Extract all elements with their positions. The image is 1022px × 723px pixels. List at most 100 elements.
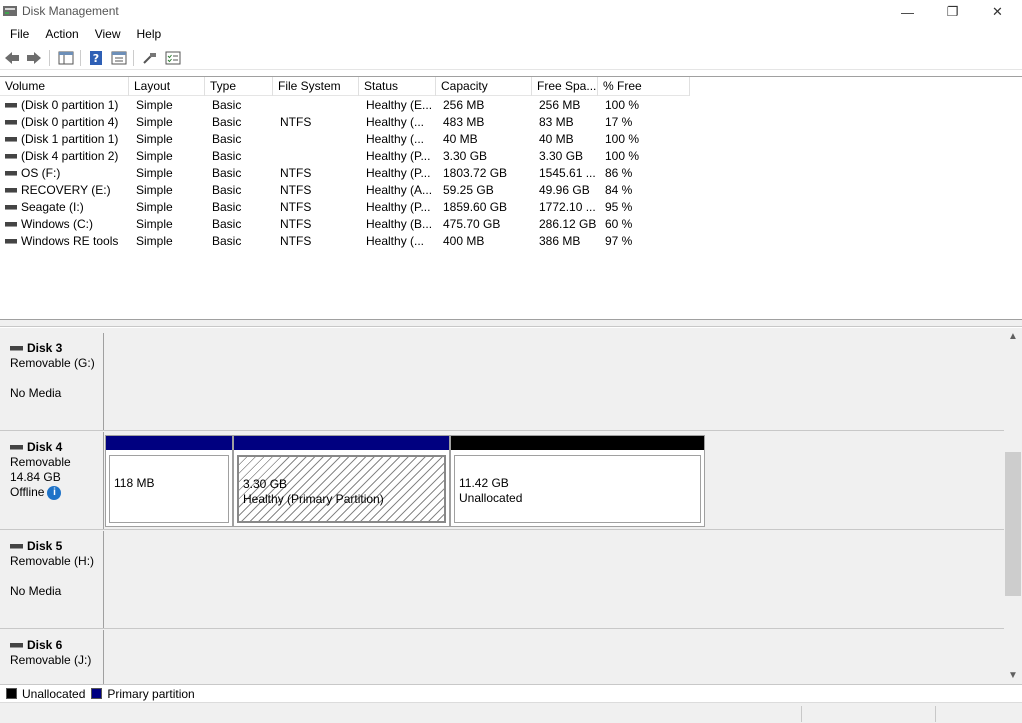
volume-free-space: 386 MB xyxy=(539,234,581,248)
connect-disk-button[interactable] xyxy=(140,49,160,67)
disk-row: Disk 5 Removable (H:) No Media xyxy=(0,531,1004,629)
show-hide-console-tree-button[interactable] xyxy=(56,49,76,67)
volume-row[interactable]: OS (F:) Simple Basic NTFS Healthy (P... … xyxy=(0,165,700,182)
volume-type: Basic xyxy=(212,115,242,129)
partition-unallocated[interactable]: 11.42 GB Unallocated xyxy=(450,435,705,527)
disk-status-line: Offline i xyxy=(10,485,103,500)
partition-bar xyxy=(106,436,232,450)
volume-row[interactable]: Seagate (I:) Simple Basic NTFS Healthy (… xyxy=(0,199,700,216)
disk-status: No Media xyxy=(10,584,62,598)
connect-disk-icon xyxy=(143,53,156,64)
disk-row: Disk 6 Removable (J:) xyxy=(0,630,1004,684)
legend-swatch-primary xyxy=(91,688,103,699)
partition-size: 11.42 GB xyxy=(459,476,509,490)
volume-percent-free: 84 % xyxy=(605,183,633,197)
minimize-button[interactable]: — xyxy=(885,0,930,24)
volume-percent-free: 100 % xyxy=(605,98,640,112)
menu-view[interactable]: View xyxy=(87,24,129,44)
menu-file[interactable]: File xyxy=(2,24,37,44)
volume-free-space: 1545.61 ... xyxy=(539,166,596,180)
volume-row[interactable]: (Disk 0 partition 1) Simple Basic Health… xyxy=(0,97,700,114)
close-button[interactable]: ✕ xyxy=(975,0,1020,24)
partition-118mb[interactable]: 118 MB xyxy=(105,435,233,527)
volume-type: Basic xyxy=(212,166,242,180)
scroll-down-arrow[interactable]: ▼ xyxy=(1004,667,1022,684)
properties-button[interactable] xyxy=(109,49,129,67)
partition-status: Unallocated xyxy=(459,491,523,505)
disk-name: Disk 6 xyxy=(27,638,63,652)
volume-file-system: NTFS xyxy=(280,115,312,129)
volume-list[interactable]: Volume Layout Type File System Status Ca… xyxy=(0,76,1022,320)
info-icon[interactable]: i xyxy=(47,485,62,500)
volume-layout: Simple xyxy=(136,98,173,112)
status-bar xyxy=(0,702,1022,723)
disk-status: No Media xyxy=(10,386,62,400)
scrollbar-thumb[interactable] xyxy=(1005,452,1021,596)
volume-name: (Disk 0 partition 4) xyxy=(21,115,119,129)
volume-free-space: 3.30 GB xyxy=(539,149,584,163)
checklist-button[interactable] xyxy=(163,49,183,67)
volume-name: Windows (C:) xyxy=(21,217,94,231)
volume-row[interactable]: RECOVERY (E:) Simple Basic NTFS Healthy … xyxy=(0,182,700,199)
column-header-status[interactable]: Status xyxy=(359,77,436,96)
volume-status: Healthy (P... xyxy=(366,200,431,214)
properties-icon xyxy=(111,51,127,65)
column-header-type[interactable]: Type xyxy=(205,77,273,96)
volume-layout: Simple xyxy=(136,183,173,197)
volume-capacity: 475.70 GB xyxy=(443,217,501,231)
volume-status: Healthy (P... xyxy=(366,166,431,180)
volume-type: Basic xyxy=(212,183,242,197)
window-title: Disk Management xyxy=(22,4,119,18)
volume-status: Healthy (P... xyxy=(366,149,431,163)
volume-capacity: 483 MB xyxy=(443,115,485,129)
menu-help[interactable]: Help xyxy=(129,24,170,44)
partition-body: 118 MB xyxy=(109,455,229,523)
volume-name: Seagate (I:) xyxy=(21,200,84,214)
toolbar-separator xyxy=(80,50,81,66)
volume-row[interactable]: (Disk 4 partition 2) Simple Basic Health… xyxy=(0,148,700,165)
disk-label[interactable]: Disk 6 Removable (J:) xyxy=(0,630,104,684)
volume-row[interactable]: Windows (C:) Simple Basic NTFS Healthy (… xyxy=(0,216,700,233)
checklist-icon xyxy=(165,51,181,65)
volume-capacity: 400 MB xyxy=(443,234,485,248)
volume-status: Healthy (... xyxy=(366,115,425,129)
maximize-button[interactable]: ❐ xyxy=(930,0,975,24)
forward-button[interactable] xyxy=(24,49,44,67)
volume-free-space: 1772.10 ... xyxy=(539,200,596,214)
volume-free-space: 83 MB xyxy=(539,115,574,129)
volume-row[interactable]: (Disk 1 partition 1) Simple Basic Health… xyxy=(0,131,700,148)
volume-layout: Simple xyxy=(136,132,173,146)
partition-size: 3.30 GB xyxy=(243,477,288,491)
scroll-up-arrow[interactable]: ▲ xyxy=(1004,328,1022,345)
help-button[interactable]: ? xyxy=(86,49,106,67)
vertical-scrollbar[interactable]: ▲ ▼ xyxy=(1004,328,1022,684)
volume-icon xyxy=(5,137,17,142)
pane-splitter[interactable] xyxy=(0,320,1022,327)
help-icon: ? xyxy=(90,51,102,65)
column-header-percent-free[interactable]: % Free xyxy=(598,77,690,96)
column-header-capacity[interactable]: Capacity xyxy=(436,77,532,96)
toolbar: ? xyxy=(0,46,1022,70)
disk-label[interactable]: Disk 3 Removable (G:) No Media xyxy=(0,333,104,430)
volume-layout: Simple xyxy=(136,149,173,163)
disk-row: Disk 4 Removable 14.84 GB Offline i 118 M… xyxy=(0,432,1004,530)
column-header-free-space[interactable]: Free Spa... xyxy=(532,77,598,96)
disk-label[interactable]: Disk 5 Removable (H:) No Media xyxy=(0,531,104,628)
volume-row[interactable]: Windows RE tools Simple Basic NTFS Healt… xyxy=(0,233,700,250)
column-header-layout[interactable]: Layout xyxy=(129,77,205,96)
volume-row[interactable]: (Disk 0 partition 4) Simple Basic NTFS H… xyxy=(0,114,700,131)
partition-3-30gb[interactable]: 3.30 GB Healthy (Primary Partition) xyxy=(233,435,450,527)
volume-layout: Simple xyxy=(136,166,173,180)
volume-file-system: NTFS xyxy=(280,217,312,231)
disk-map-panel: Disk 3 Removable (G:) No Media Disk 4 Re… xyxy=(0,328,1022,684)
column-header-file-system[interactable]: File System xyxy=(273,77,359,96)
menu-action[interactable]: Action xyxy=(37,24,86,44)
partition-status xyxy=(114,491,228,506)
disk-icon xyxy=(10,346,23,351)
volume-free-space: 49.96 GB xyxy=(539,183,590,197)
back-button[interactable] xyxy=(2,49,22,67)
legend-swatch-unallocated xyxy=(6,688,17,699)
disk-label[interactable]: Disk 4 Removable 14.84 GB Offline i xyxy=(0,432,104,529)
column-header-volume[interactable]: Volume xyxy=(0,77,129,96)
status-divider xyxy=(935,706,936,722)
